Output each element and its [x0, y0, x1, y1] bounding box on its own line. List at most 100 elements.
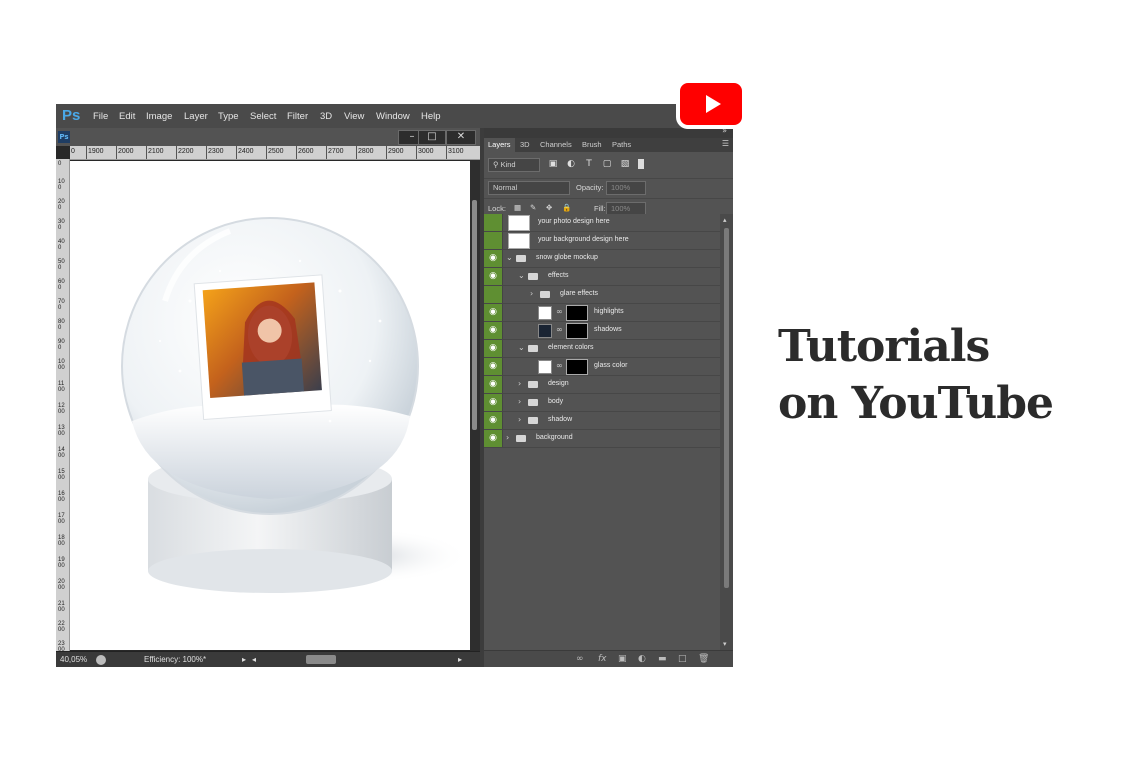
lock-pixels-icon[interactable]: ✎	[530, 203, 536, 212]
layer-name: glass color	[594, 362, 628, 369]
ruler-label: 2700	[328, 148, 344, 155]
blend-mode-select[interactable]: Normal	[488, 181, 570, 195]
visibility-toggle[interactable]: ◉	[484, 376, 503, 393]
layer-row[interactable]: ◉ ∞ glass color	[484, 358, 720, 376]
menu-3d[interactable]: 3D	[320, 111, 332, 122]
tab-layers[interactable]: Layers	[484, 138, 515, 152]
lock-all-icon[interactable]: 🔒	[562, 203, 571, 212]
status-menu-arrow-icon[interactable]: ▸	[242, 655, 246, 664]
pixel-filter-icon[interactable]: ▣	[548, 159, 558, 169]
scroll-down-icon[interactable]: ▾	[723, 640, 727, 648]
status-bar: 40,05% Efficiency: 100%* ▸ ◂ ▸	[56, 651, 480, 667]
link-icon[interactable]: ∞	[556, 325, 563, 334]
chevron-right-icon[interactable]: ›	[518, 397, 521, 406]
trash-icon[interactable]: 🗑	[698, 654, 709, 664]
kind-filter-select[interactable]: ⚲ Kind	[488, 158, 540, 172]
maximize-icon[interactable]: □	[418, 130, 446, 145]
menu-window[interactable]: Window	[376, 111, 410, 122]
vertical-scrollbar[interactable]	[470, 160, 480, 651]
ruler-label: 1300	[58, 425, 65, 437]
visibility-toggle[interactable]: ◉	[484, 412, 503, 429]
adjustment-filter-icon[interactable]: ◐	[566, 159, 576, 169]
chevron-down-icon[interactable]: ⌄	[518, 343, 525, 352]
menu-filter[interactable]: Filter	[287, 111, 308, 122]
lock-position-icon[interactable]: ✥	[546, 203, 552, 212]
layer-row[interactable]: ◉ ∞ highlights	[484, 304, 720, 322]
layer-row[interactable]: ◉ › glare effects	[484, 286, 720, 304]
menu-edit[interactable]: Edit	[119, 111, 135, 122]
visibility-toggle[interactable]: ◉	[484, 304, 503, 321]
new-group-icon[interactable]: ▬	[658, 654, 667, 664]
link-layers-icon[interactable]: ∞	[576, 654, 584, 664]
layer-row[interactable]: ◉ your photo design here	[484, 214, 720, 232]
tab-paths[interactable]: Paths	[608, 138, 635, 152]
chevron-right-icon[interactable]: ›	[518, 415, 521, 424]
chevron-right-icon[interactable]: ›	[530, 289, 533, 298]
layer-row[interactable]: ◉ ⌄ element colors	[484, 340, 720, 358]
layer-row[interactable]: ◉ your background design here	[484, 232, 720, 250]
visibility-toggle[interactable]: ◉	[484, 322, 503, 339]
layer-row[interactable]: ◉ ⌄ snow globe mockup	[484, 250, 720, 268]
document-canvas[interactable]	[70, 161, 470, 650]
opacity-label: Opacity:	[576, 183, 604, 192]
visibility-toggle[interactable]: ◉	[484, 394, 503, 411]
visibility-toggle[interactable]: ◉	[484, 214, 503, 231]
visibility-toggle[interactable]: ◉	[484, 358, 503, 375]
visibility-toggle[interactable]: ◉	[484, 430, 503, 447]
menu-image[interactable]: Image	[146, 111, 172, 122]
layer-row[interactable]: ◉ ⌄ effects	[484, 268, 720, 286]
new-layer-icon[interactable]: □	[678, 654, 687, 664]
visibility-toggle[interactable]: ◉	[484, 286, 503, 303]
tab-brush[interactable]: Brush	[578, 138, 606, 152]
smart-object-filter-icon[interactable]: ▧	[620, 159, 630, 169]
layers-scroll-thumb[interactable]	[724, 228, 729, 588]
scroll-right-icon[interactable]: ▸	[458, 655, 462, 664]
panel-menu-icon[interactable]: ☰	[722, 139, 729, 148]
chevron-down-icon[interactable]: ⌄	[506, 253, 513, 262]
link-icon[interactable]: ∞	[556, 361, 563, 370]
layer-row[interactable]: ◉ ∞ shadows	[484, 322, 720, 340]
menu-help[interactable]: Help	[421, 111, 441, 122]
adjustment-layer-icon[interactable]: ◐	[638, 654, 646, 664]
visibility-toggle[interactable]: ◉	[484, 232, 503, 249]
menu-type[interactable]: Type	[218, 111, 239, 122]
type-filter-icon[interactable]: T	[584, 159, 594, 169]
tab-channels[interactable]: Channels	[536, 138, 576, 152]
lock-transparent-icon[interactable]: ▦	[514, 203, 521, 212]
scroll-left-icon[interactable]: ◂	[252, 655, 256, 664]
menu-select[interactable]: Select	[250, 111, 276, 122]
menu-view[interactable]: View	[344, 111, 364, 122]
menu-layer[interactable]: Layer	[184, 111, 208, 122]
layer-thumbnail	[538, 324, 552, 338]
horizontal-scroll-thumb[interactable]	[306, 655, 336, 664]
filter-toggle-icon[interactable]	[638, 159, 644, 169]
scroll-up-icon[interactable]: ▴	[723, 216, 727, 224]
chevron-right-icon[interactable]: ›	[518, 379, 521, 388]
info-icon[interactable]	[96, 655, 106, 665]
layer-row[interactable]: ◉ › design	[484, 376, 720, 394]
layers-scrollbar[interactable]: ▴ ▾	[720, 214, 733, 650]
close-icon[interactable]: ✕	[446, 130, 476, 145]
panel-collapse-strip[interactable]: »	[484, 126, 733, 138]
layers-list: ◉ your photo design here ◉ your backgrou…	[484, 214, 720, 458]
fx-icon[interactable]: fx	[598, 654, 607, 664]
visibility-toggle[interactable]: ◉	[484, 250, 503, 267]
visibility-toggle[interactable]: ◉	[484, 268, 503, 285]
zoom-level[interactable]: 40,05%	[60, 655, 87, 664]
layer-name: highlights	[594, 308, 624, 315]
folder-icon	[528, 345, 538, 352]
vertical-scroll-thumb[interactable]	[472, 200, 477, 430]
shape-filter-icon[interactable]: ▢	[602, 159, 612, 169]
layer-row[interactable]: ◉ › body	[484, 394, 720, 412]
layer-row[interactable]: ◉ › background	[484, 430, 720, 448]
layer-row[interactable]: ◉ › shadow	[484, 412, 720, 430]
menu-file[interactable]: File	[93, 111, 108, 122]
add-mask-icon[interactable]: ▣	[618, 654, 627, 664]
ruler-label: 1900	[58, 557, 65, 569]
chevron-down-icon[interactable]: ⌄	[518, 271, 525, 280]
visibility-toggle[interactable]: ◉	[484, 340, 503, 357]
link-icon[interactable]: ∞	[556, 307, 563, 316]
chevron-right-icon[interactable]: ›	[506, 433, 509, 442]
opacity-input[interactable]: 100%	[606, 181, 646, 195]
tab-3d[interactable]: 3D	[516, 138, 534, 152]
